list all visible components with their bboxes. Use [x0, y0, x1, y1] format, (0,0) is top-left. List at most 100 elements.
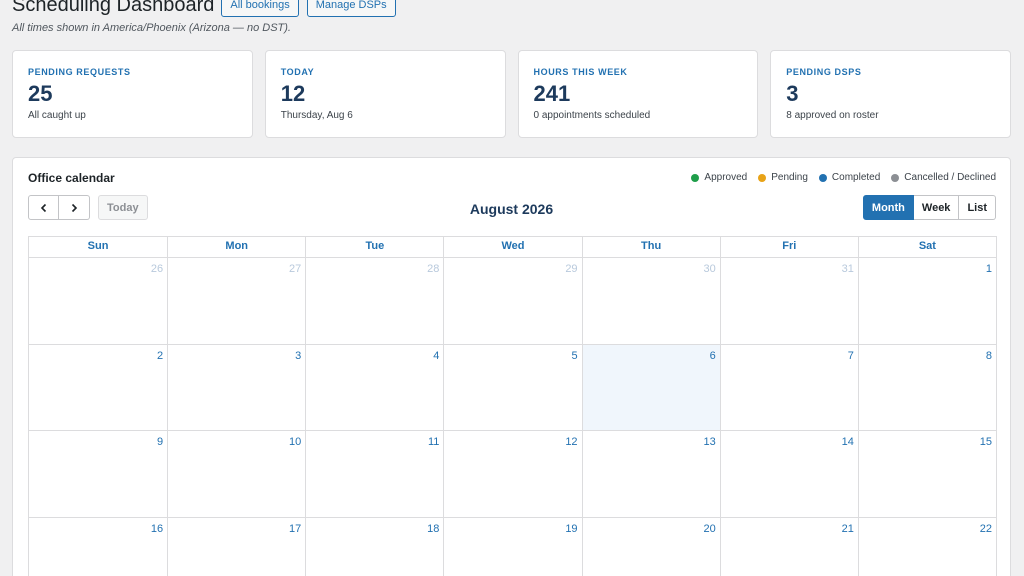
day-cell[interactable]: 14: [719, 431, 858, 517]
day-number[interactable]: 5: [571, 350, 577, 362]
view-week-button[interactable]: Week: [913, 195, 960, 220]
day-number[interactable]: 13: [703, 436, 715, 448]
day-cell[interactable]: 12: [443, 431, 581, 517]
stat-card-subtext: 8 approved on roster: [786, 110, 879, 121]
cancelled-dot-icon: [891, 173, 900, 182]
day-number[interactable]: 15: [980, 436, 992, 448]
day-cell[interactable]: 7: [719, 344, 858, 430]
day-cell[interactable]: 28: [305, 258, 443, 344]
day-number[interactable]: 29: [565, 263, 577, 275]
day-cell[interactable]: 4: [305, 344, 443, 430]
day-number[interactable]: 6: [710, 350, 716, 362]
day-cell[interactable]: 8: [857, 344, 996, 430]
office-calendar-panel: Office calendar Approved Pending Complet…: [12, 157, 1011, 576]
day-cell[interactable]: 29: [443, 258, 581, 344]
day-cell[interactable]: 9: [29, 431, 167, 517]
view-list-button[interactable]: List: [959, 195, 996, 220]
stat-card-subtext: All caught up: [28, 110, 86, 121]
weekday-header: Tue: [305, 237, 443, 257]
day-number[interactable]: 3: [295, 350, 301, 362]
day-cell[interactable]: 13: [581, 431, 720, 517]
weekday-header: Mon: [167, 237, 305, 257]
day-number[interactable]: 18: [427, 523, 439, 535]
stat-card-subtext: Thursday, Aug 6: [280, 110, 353, 121]
next-month-button[interactable]: [59, 195, 90, 220]
day-number[interactable]: 26: [151, 263, 163, 275]
day-number[interactable]: 30: [703, 263, 715, 275]
day-cell[interactable]: 31: [719, 258, 858, 344]
day-number[interactable]: 16: [151, 523, 163, 535]
stat-card-pending-requests: PENDING REQUESTS 25 All caught up: [12, 50, 253, 138]
day-number[interactable]: 17: [289, 523, 301, 535]
stat-cards: PENDING REQUESTS 25 All caught up TODAY …: [12, 50, 1011, 138]
day-cell[interactable]: 16: [29, 518, 167, 576]
day-number[interactable]: 21: [842, 523, 854, 535]
day-number[interactable]: 19: [565, 523, 577, 535]
stat-card-label: PENDING REQUESTS: [28, 67, 131, 77]
legend-cancelled: Cancelled / Declined: [891, 172, 996, 183]
weekday-header: Thu: [581, 237, 720, 257]
weekday-header: Sun: [87, 240, 109, 252]
stat-card-value: 12: [280, 81, 306, 106]
day-cell[interactable]: 22: [857, 517, 996, 576]
stat-card-label: HOURS THIS WEEK: [533, 67, 628, 77]
day-cell[interactable]: 19: [443, 517, 581, 576]
legend-label: Pending: [771, 172, 808, 183]
day-number[interactable]: 22: [980, 523, 992, 535]
day-cell[interactable]: 1: [857, 258, 996, 344]
day-number[interactable]: 2: [157, 350, 163, 362]
stat-card-value: 25: [28, 81, 53, 106]
stat-card-hours-this-week: HOURS THIS WEEK 241 0 appointments sched…: [517, 50, 759, 138]
page-header: Scheduling Dashboard All bookings Manage…: [12, 0, 396, 18]
day-number[interactable]: 10: [289, 436, 301, 448]
day-cell[interactable]: 17: [167, 517, 305, 576]
stat-card-subtext: 0 appointments scheduled: [533, 110, 651, 121]
status-legend: Approved Pending Completed Cancelled / D…: [691, 172, 996, 183]
week-row: 16 17 18 19 20 21 22: [28, 516, 997, 576]
pending-dot-icon: [758, 173, 767, 182]
day-number[interactable]: 4: [433, 350, 439, 362]
day-number[interactable]: 1: [986, 263, 992, 275]
manage-dsps-button[interactable]: Manage DSPs: [306, 0, 396, 17]
week-row: 2 3 4 5 6 7 8: [28, 343, 997, 431]
all-bookings-button[interactable]: All bookings: [221, 0, 299, 17]
day-cell-today[interactable]: 6: [581, 344, 720, 430]
day-number[interactable]: 9: [157, 436, 163, 448]
day-cell[interactable]: 15: [857, 431, 996, 517]
day-number[interactable]: 11: [428, 436, 439, 448]
day-cell[interactable]: 10: [167, 431, 305, 517]
weekday-header-row: Sun Mon Tue Wed Thu Fri Sat: [28, 236, 997, 257]
week-row: 9 10 11 12 13 14 15: [28, 430, 997, 517]
day-number[interactable]: 20: [703, 523, 715, 535]
day-number[interactable]: 7: [848, 350, 854, 362]
view-month-button[interactable]: Month: [862, 195, 914, 220]
day-cell[interactable]: 20: [581, 517, 720, 576]
day-cell[interactable]: 26: [29, 258, 167, 344]
stat-card-label: PENDING DSPS: [786, 67, 862, 77]
day-cell[interactable]: 21: [719, 517, 858, 576]
view-switcher: Month Week List: [862, 195, 996, 220]
legend-label: Approved: [704, 172, 748, 183]
day-number[interactable]: 27: [289, 263, 301, 275]
completed-dot-icon: [818, 173, 827, 182]
month-grid: Sun Mon Tue Wed Thu Fri Sat 26 27 28 29 30 31…: [28, 236, 997, 576]
today-button[interactable]: Today: [98, 195, 148, 220]
chevron-right-icon: [71, 203, 78, 212]
day-number[interactable]: 12: [565, 436, 577, 448]
day-cell[interactable]: 11: [305, 431, 443, 517]
stat-card-today: TODAY 12 Thursday, Aug 6: [264, 50, 506, 138]
day-cell[interactable]: 5: [443, 344, 581, 430]
day-number[interactable]: 28: [427, 263, 439, 275]
day-number[interactable]: 8: [986, 350, 992, 362]
day-number[interactable]: 14: [842, 436, 854, 448]
prev-month-button[interactable]: [28, 195, 59, 220]
stat-card-value: 241: [533, 81, 571, 106]
day-cell[interactable]: 2: [29, 345, 167, 431]
day-cell[interactable]: 30: [581, 258, 720, 344]
chevron-left-icon: [40, 203, 46, 212]
day-cell[interactable]: 18: [305, 517, 443, 576]
day-number[interactable]: 31: [842, 263, 854, 275]
page-title: Scheduling Dashboard: [12, 0, 215, 16]
day-cell[interactable]: 27: [167, 258, 305, 344]
day-cell[interactable]: 3: [167, 344, 305, 430]
